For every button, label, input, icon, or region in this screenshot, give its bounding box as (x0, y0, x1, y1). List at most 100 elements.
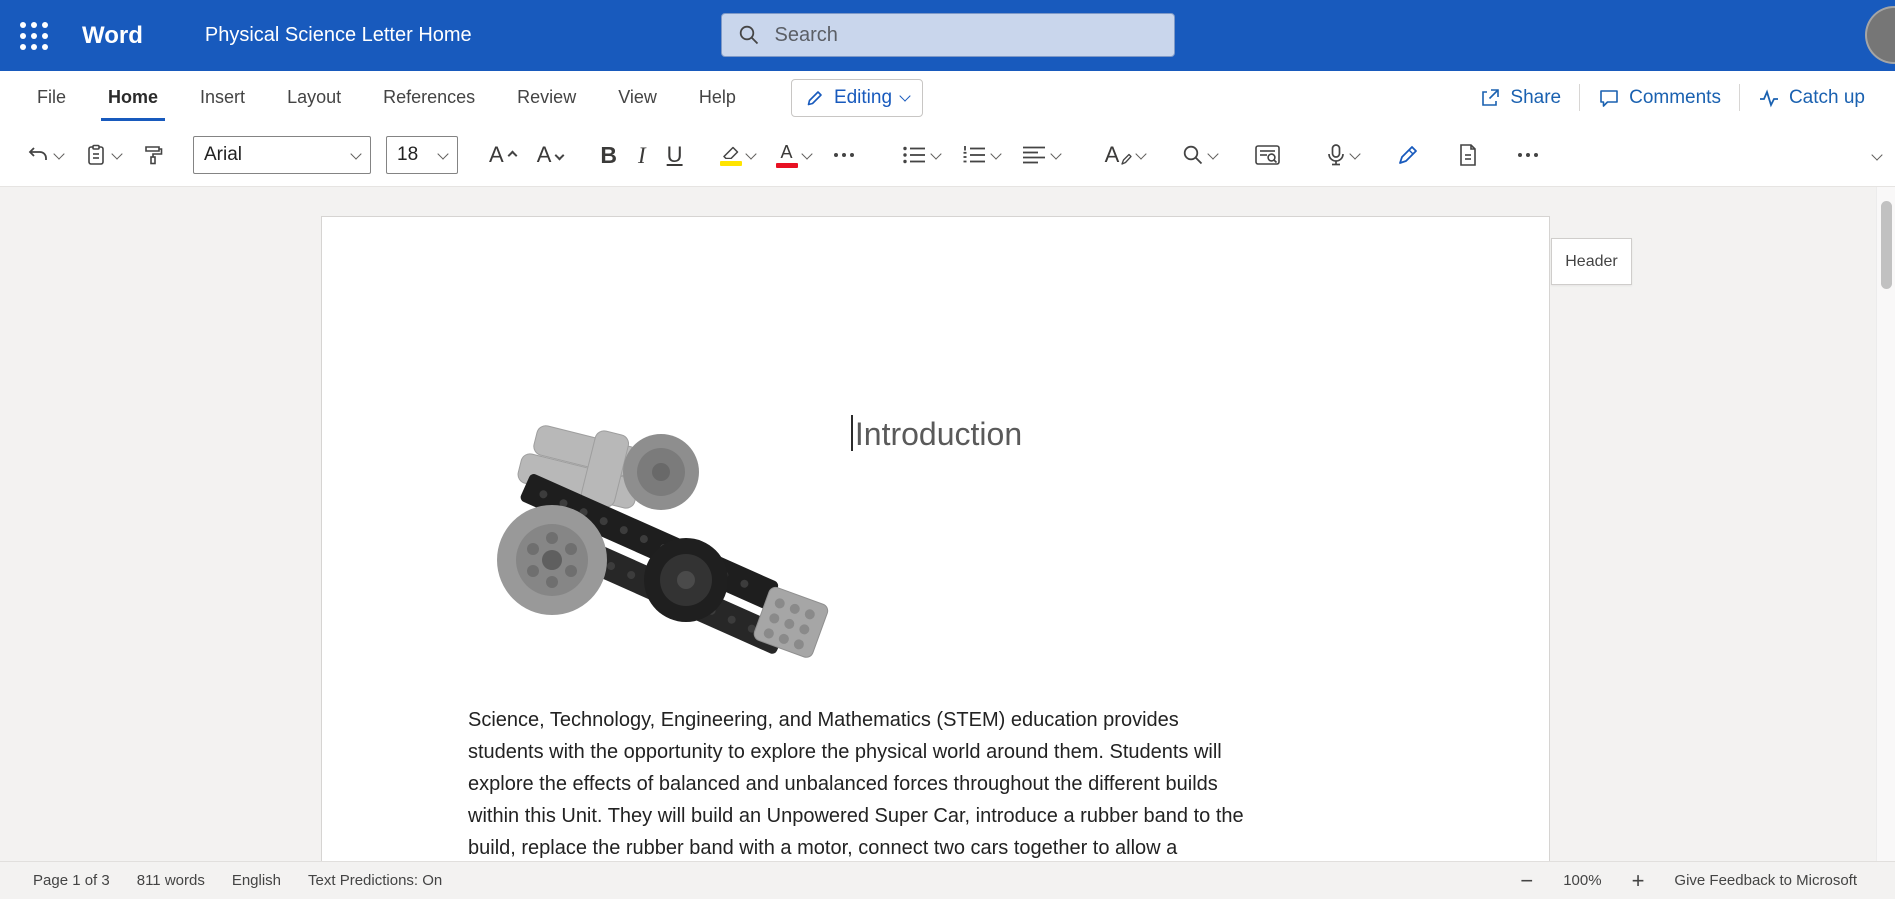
statusbar: Page 1 of 3 811 words English Text Predi… (0, 861, 1895, 899)
more-commands-button[interactable] (1510, 147, 1546, 163)
bullets-button[interactable] (895, 139, 946, 171)
caret-down-icon (555, 151, 565, 161)
statusbar-right: − 100% + Give Feedback to Microsoft (1520, 870, 1857, 892)
chevron-down-icon (1136, 148, 1147, 159)
ellipsis-icon (1516, 152, 1540, 158)
search-icon (738, 24, 760, 46)
chevron-down-icon (53, 148, 64, 159)
account-avatar[interactable] (1865, 6, 1895, 64)
chevron-down-icon (990, 148, 1001, 159)
app-launcher-button[interactable] (14, 16, 54, 56)
text-highlight-button[interactable] (714, 139, 761, 171)
tab-help[interactable]: Help (678, 71, 757, 124)
document-canvas: Introduction Science, Technology, Engine… (0, 187, 1895, 861)
page-indicator[interactable]: Page 1 of 3 (33, 872, 110, 889)
undo-icon (26, 143, 50, 167)
home-toolbar: Arial 18 A A B I U A (0, 124, 1895, 187)
zoom-out-button[interactable]: − (1520, 870, 1533, 892)
highlighter-icon (720, 144, 742, 166)
search-box[interactable] (721, 13, 1175, 57)
tab-file[interactable]: File (16, 71, 87, 124)
styles-button[interactable]: A (1099, 139, 1152, 171)
chevron-down-icon (350, 148, 361, 159)
collapse-ribbon-button[interactable] (1867, 140, 1887, 170)
dictate-button[interactable] (1320, 138, 1365, 172)
body-paragraph[interactable]: Science, Technology, Engineering, and Ma… (468, 704, 1418, 861)
more-font-options-button[interactable] (826, 147, 862, 163)
font-size-select[interactable]: 18 (386, 136, 458, 174)
comment-bubble-icon (1598, 87, 1620, 109)
ribbon-tab-bar: File Home Insert Layout References Revie… (0, 71, 1895, 124)
tab-review[interactable]: Review (496, 71, 597, 124)
catch-up-button[interactable]: Catch up (1740, 87, 1883, 109)
font-size-value: 18 (397, 144, 418, 166)
document-icon (1457, 143, 1479, 167)
activity-pulse-icon (1758, 87, 1780, 109)
grow-font-button[interactable]: A (483, 139, 522, 171)
underline-button[interactable]: U (661, 139, 689, 171)
titlebar: Word Physical Science Letter Home (0, 0, 1895, 71)
text-predictions-toggle[interactable]: Text Predictions: On (308, 872, 442, 889)
numbered-list-icon (961, 144, 987, 166)
editing-mode-dropdown[interactable]: Editing (791, 79, 923, 117)
feedback-link[interactable]: Give Feedback to Microsoft (1674, 872, 1857, 889)
editor-pen-icon (1396, 143, 1420, 167)
chevron-down-icon (437, 148, 448, 159)
chevron-down-icon (899, 90, 910, 101)
font-name-select[interactable]: Arial (193, 136, 371, 174)
page-magnifier-icon (1254, 143, 1281, 167)
grow-font-icon: A (489, 144, 504, 166)
tab-view[interactable]: View (597, 71, 678, 124)
tab-insert[interactable]: Insert (179, 71, 266, 124)
bold-button[interactable]: B (594, 139, 623, 172)
ellipsis-icon (832, 152, 856, 158)
chevron-down-icon (111, 148, 122, 159)
search-input[interactable] (773, 23, 1158, 48)
share-label: Share (1510, 87, 1561, 109)
immersive-reader-button[interactable] (1248, 138, 1287, 172)
tab-references[interactable]: References (362, 71, 496, 124)
heading-introduction[interactable]: Introduction (468, 415, 1405, 453)
clipboard-icon (84, 143, 108, 167)
editor-button[interactable] (1390, 138, 1426, 172)
chevron-down-icon (930, 148, 941, 159)
reuse-files-button[interactable] (1451, 138, 1485, 172)
bulleted-list-icon (901, 144, 927, 166)
share-button[interactable]: Share (1461, 87, 1579, 109)
underline-icon: U (667, 144, 683, 166)
share-icon (1479, 87, 1501, 109)
vertical-scrollbar[interactable] (1876, 187, 1895, 861)
italic-button[interactable]: I (632, 139, 652, 172)
app-launcher-icon (20, 22, 48, 50)
format-painter-button[interactable] (136, 139, 170, 171)
font-name-value: Arial (204, 144, 242, 166)
document-title[interactable]: Physical Science Letter Home (205, 24, 472, 47)
editing-mode-label: Editing (834, 87, 892, 109)
chevron-down-icon (801, 148, 812, 159)
magnifier-icon (1182, 144, 1204, 166)
format-painter-icon (142, 144, 164, 166)
app-name[interactable]: Word (82, 22, 143, 50)
pencil-icon (805, 88, 825, 108)
shrink-font-button[interactable]: A (531, 139, 570, 171)
italic-icon: I (638, 144, 646, 167)
tab-home[interactable]: Home (87, 71, 179, 124)
language-indicator[interactable]: English (232, 872, 281, 889)
undo-button[interactable] (20, 138, 69, 172)
align-lines-icon (1021, 144, 1047, 166)
font-color-button[interactable]: A (770, 138, 817, 173)
alignment-button[interactable] (1015, 139, 1066, 171)
header-button[interactable]: Header (1551, 238, 1632, 285)
scrollbar-thumb[interactable] (1881, 201, 1892, 289)
page[interactable]: Introduction Science, Technology, Engine… (321, 216, 1550, 861)
paste-button[interactable] (78, 138, 127, 172)
numbering-button[interactable] (955, 139, 1006, 171)
zoom-in-button[interactable]: + (1632, 870, 1645, 892)
microphone-icon (1326, 143, 1346, 167)
heading-text: Introduction (855, 416, 1022, 452)
comments-button[interactable]: Comments (1580, 87, 1739, 109)
tab-layout[interactable]: Layout (266, 71, 362, 124)
find-button[interactable] (1176, 139, 1223, 171)
zoom-level[interactable]: 100% (1563, 872, 1601, 889)
word-count[interactable]: 811 words (137, 872, 205, 889)
